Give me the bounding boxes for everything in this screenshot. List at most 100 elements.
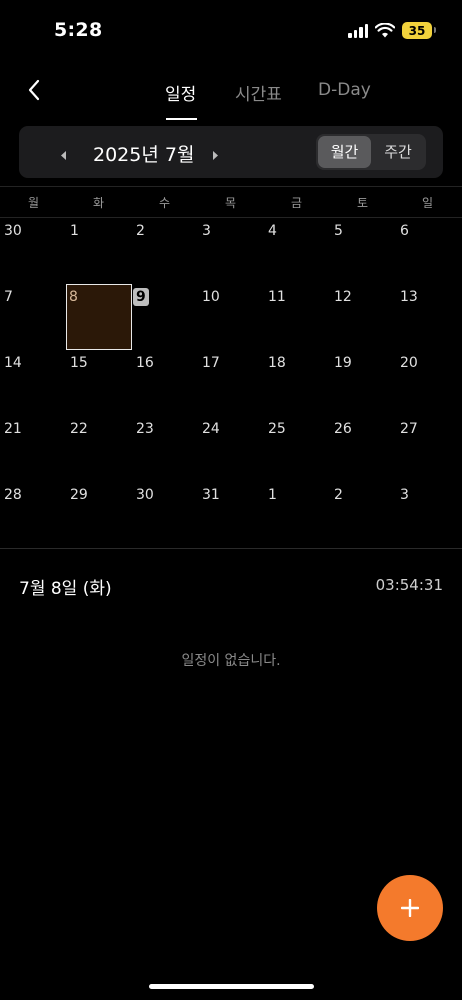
weekday-label: 월 <box>28 196 40 210</box>
day-cell[interactable]: 21 <box>0 416 66 482</box>
calendar-screen: 5:28 35 일정 시간표 D-Day 2025년 7월 월간 주간 월 화 … <box>0 0 462 1000</box>
caret-right-icon <box>213 151 218 160</box>
caret-left-icon <box>61 151 66 160</box>
day-number: 29 <box>70 487 88 503</box>
chevron-left-icon <box>28 79 40 101</box>
day-number: 21 <box>4 421 22 437</box>
day-cell-today[interactable]: 9 <box>132 284 198 350</box>
tab-timetable[interactable]: 시간표 <box>235 80 282 105</box>
day-cell[interactable]: 28 <box>0 482 66 548</box>
weekday-label: 금 <box>291 196 303 210</box>
day-cell[interactable]: 31 <box>198 482 264 548</box>
day-cell[interactable]: 4 <box>264 218 330 284</box>
day-cell[interactable]: 2 <box>330 482 396 548</box>
day-number: 22 <box>70 421 88 437</box>
day-cell[interactable]: 5 <box>330 218 396 284</box>
day-cell[interactable]: 24 <box>198 416 264 482</box>
view-toggle: 월간 주간 <box>316 134 426 170</box>
nav-bar: 일정 시간표 D-Day <box>0 60 462 120</box>
day-cell[interactable]: 12 <box>330 284 396 350</box>
weekday-label: 목 <box>225 196 237 210</box>
weekday-header: 월 화 수 목 금 토 일 <box>0 186 462 218</box>
day-number: 14 <box>4 355 22 371</box>
day-number: 6 <box>400 223 409 239</box>
day-cell[interactable]: 1 <box>264 482 330 548</box>
day-number: 5 <box>334 223 343 239</box>
day-number: 18 <box>268 355 286 371</box>
day-number: 3 <box>400 487 409 503</box>
back-button[interactable] <box>18 74 50 106</box>
day-number: 7 <box>4 289 13 305</box>
day-cell[interactable]: 26 <box>330 416 396 482</box>
day-cell[interactable]: 10 <box>198 284 264 350</box>
day-cell[interactable]: 25 <box>264 416 330 482</box>
day-number: 11 <box>268 289 286 305</box>
day-cell[interactable]: 17 <box>198 350 264 416</box>
tab-schedule[interactable]: 일정 <box>165 80 196 105</box>
plus-icon <box>401 899 419 917</box>
battery-icon: 35 <box>402 22 436 39</box>
day-cell[interactable]: 1 <box>66 218 132 284</box>
selected-date-label: 7월 8일 (화) <box>19 579 112 599</box>
day-number: 23 <box>136 421 154 437</box>
monthly-view-button[interactable]: 월간 <box>318 136 371 168</box>
day-number: 30 <box>4 223 22 239</box>
day-number: 1 <box>70 223 79 239</box>
day-number: 2 <box>334 487 343 503</box>
day-number: 3 <box>202 223 211 239</box>
section-divider <box>0 548 462 549</box>
day-number: 10 <box>202 289 220 305</box>
day-cell[interactable]: 16 <box>132 350 198 416</box>
day-cell[interactable]: 6 <box>396 218 462 284</box>
weekly-view-button[interactable]: 주간 <box>372 136 424 168</box>
day-cell[interactable]: 3 <box>198 218 264 284</box>
day-number: 13 <box>400 289 418 305</box>
clock-display: 03:54:31 <box>375 576 443 594</box>
weekday-label: 일 <box>422 196 434 210</box>
day-cell[interactable]: 18 <box>264 350 330 416</box>
day-number: 19 <box>334 355 352 371</box>
day-cell[interactable]: 13 <box>396 284 462 350</box>
month-title: 2025년 7월 <box>93 144 195 166</box>
day-number: 24 <box>202 421 220 437</box>
weekday-label: 수 <box>159 196 171 210</box>
day-cell[interactable]: 3 <box>396 482 462 548</box>
day-number: 30 <box>136 487 154 503</box>
add-schedule-button[interactable] <box>377 875 443 941</box>
empty-schedule-message: 일정이 없습니다. <box>181 653 281 669</box>
day-cell[interactable]: 27 <box>396 416 462 482</box>
day-cell[interactable]: 2 <box>132 218 198 284</box>
day-cell[interactable]: 30 <box>132 482 198 548</box>
today-badge: 9 <box>133 288 149 306</box>
day-cell[interactable]: 22 <box>66 416 132 482</box>
status-icons: 35 <box>348 22 436 39</box>
battery-level: 35 <box>408 23 426 38</box>
day-number: 31 <box>202 487 220 503</box>
wifi-icon <box>375 23 395 38</box>
day-number: 26 <box>334 421 352 437</box>
day-cell[interactable]: 19 <box>330 350 396 416</box>
day-number: 4 <box>268 223 277 239</box>
day-cell[interactable]: 20 <box>396 350 462 416</box>
day-cell[interactable]: 11 <box>264 284 330 350</box>
weekday-label: 화 <box>93 196 105 210</box>
day-cell[interactable]: 15 <box>66 350 132 416</box>
next-month-button[interactable] <box>212 146 219 165</box>
weekday-label: 토 <box>357 196 369 210</box>
day-cell[interactable]: 23 <box>132 416 198 482</box>
day-number: 16 <box>136 355 154 371</box>
day-cell[interactable]: 29 <box>66 482 132 548</box>
day-cell[interactable]: 14 <box>0 350 66 416</box>
day-number: 28 <box>4 487 22 503</box>
day-number: 2 <box>136 223 145 239</box>
day-number: 25 <box>268 421 286 437</box>
prev-month-button[interactable] <box>60 146 67 165</box>
tab-dday[interactable]: D-Day <box>318 80 371 100</box>
day-number: 20 <box>400 355 418 371</box>
tab-indicator <box>166 118 197 120</box>
day-cell-selected[interactable]: 8 <box>66 284 132 350</box>
day-number: 15 <box>70 355 88 371</box>
day-number: 8 <box>69 289 78 305</box>
day-cell[interactable]: 7 <box>0 284 66 350</box>
day-cell[interactable]: 30 <box>0 218 66 284</box>
